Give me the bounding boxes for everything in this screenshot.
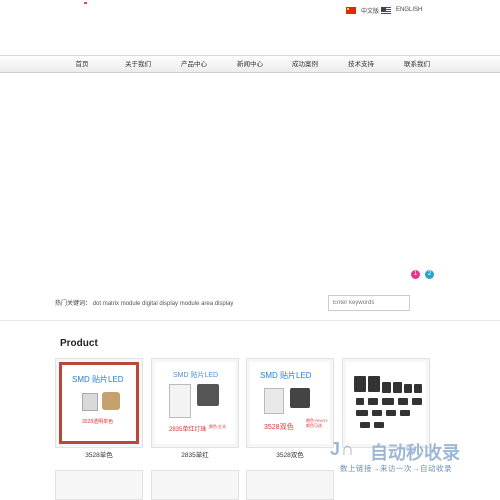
product-card[interactable] xyxy=(55,470,143,500)
segment-display-image xyxy=(374,422,384,428)
nav-item-about[interactable]: 关于我们 xyxy=(108,56,168,73)
main-nav: 首页 关于我们 产品中心 新闻中心 成功案例 技术支持 联系我们 xyxy=(0,55,500,73)
site-header: 中文版 ENGLISH xyxy=(0,0,500,55)
segment-display-image xyxy=(414,384,422,393)
us-flag-icon xyxy=(381,6,391,14)
slide-dot-2[interactable]: 2 xyxy=(425,270,434,279)
hot-keywords: 热门关键词： dot matrix module digital display… xyxy=(55,298,233,307)
segment-display-image xyxy=(400,410,410,416)
product-card[interactable] xyxy=(246,470,334,500)
segment-display-image xyxy=(393,382,402,393)
product-card-label[interactable]: 3528双色 xyxy=(246,449,334,459)
thumb-title: SMD 贴片LED xyxy=(173,372,219,379)
nav-item-cases[interactable]: 成功案例 xyxy=(275,56,335,73)
thumb-note: 颜色 红光 xyxy=(209,424,227,429)
segment-display-image xyxy=(354,376,366,392)
thumb-subtitle: 3528双色 xyxy=(264,424,294,431)
lang-switch-english[interactable]: ENGLISH xyxy=(381,5,422,15)
segment-display-image xyxy=(382,398,394,405)
product-thumbnail xyxy=(346,362,426,444)
segment-display-image xyxy=(412,398,422,405)
product-card[interactable]: SMD 贴片LED 2835单红灯珠 颜色 红光 xyxy=(151,358,239,448)
product-card[interactable] xyxy=(151,470,239,500)
segment-display-image xyxy=(398,398,408,405)
led-chip-image xyxy=(82,393,98,411)
nav-item-contact[interactable]: 联系我们 xyxy=(387,56,447,73)
segment-display-image xyxy=(386,410,396,416)
led-chip-image xyxy=(102,392,120,410)
segment-display-image xyxy=(356,410,368,416)
segment-display-image xyxy=(360,422,370,428)
segment-display-image xyxy=(382,382,391,393)
thumb-subtitle: 3528透明单色 xyxy=(82,419,114,425)
product-thumbnail: SMD 贴片LED 3528双色 颜色 RG/GY 颜色可选 xyxy=(250,362,330,444)
slide-dot-1[interactable]: 1 xyxy=(411,270,420,279)
section-divider xyxy=(0,320,500,321)
product-card-label[interactable]: 2835单红 xyxy=(151,449,239,459)
led-chip-image xyxy=(264,388,284,414)
product-card[interactable] xyxy=(342,358,430,448)
led-chip-image xyxy=(290,388,310,408)
product-card[interactable]: SMD 贴片LED 3528透明单色 xyxy=(55,358,143,448)
watermark-overlay: J∩ 自动秒收录 数上链接→来访一次→自动收录 xyxy=(330,437,500,477)
search-input[interactable] xyxy=(328,295,410,311)
segment-display-image xyxy=(404,384,412,393)
nav-item-products[interactable]: 产品中心 xyxy=(164,56,224,73)
segment-display-image xyxy=(368,398,378,405)
product-thumbnail: SMD 贴片LED 3528透明单色 xyxy=(59,362,139,444)
thumb-subtitle: 2835单红灯珠 xyxy=(169,427,207,433)
nav-item-support[interactable]: 技术支持 xyxy=(331,56,391,73)
product-card-label[interactable]: 3528单色 xyxy=(55,449,143,459)
logo-mark xyxy=(84,2,87,4)
hot-keywords-label: 热门关键词： xyxy=(55,301,92,307)
led-chip-image xyxy=(197,384,219,406)
segment-display-image xyxy=(372,410,382,416)
watermark-logo: J∩ xyxy=(330,439,356,459)
lang-switch-chinese[interactable]: 中文版 xyxy=(346,5,379,15)
product-section-title: Product xyxy=(60,338,98,349)
watermark-subtitle: 数上链接→来访一次→自动收录 xyxy=(340,464,452,473)
lang-english-label[interactable]: ENGLISH xyxy=(396,7,422,13)
thumb-title: SMD 贴片LED xyxy=(260,371,312,380)
segment-display-image xyxy=(368,376,380,392)
thumb-title: SMD 贴片LED xyxy=(72,375,124,384)
hot-keywords-text[interactable]: dot matrix module digital display module… xyxy=(93,301,234,307)
china-flag-icon xyxy=(346,6,356,14)
nav-item-news[interactable]: 新闻中心 xyxy=(220,56,280,73)
led-chip-image xyxy=(169,384,191,418)
nav-item-home[interactable]: 首页 xyxy=(52,56,112,73)
segment-display-image xyxy=(356,398,364,405)
product-card[interactable]: SMD 贴片LED 3528双色 颜色 RG/GY 颜色可选 xyxy=(246,358,334,448)
banner-slider xyxy=(0,73,500,285)
product-thumbnail: SMD 贴片LED 2835单红灯珠 颜色 红光 xyxy=(155,362,235,444)
watermark-title: 自动秒收录 xyxy=(370,443,460,463)
thumb-note: 颜色 RG/GY 颜色可选 xyxy=(306,418,328,428)
lang-chinese-label[interactable]: 中文版 xyxy=(361,6,379,15)
